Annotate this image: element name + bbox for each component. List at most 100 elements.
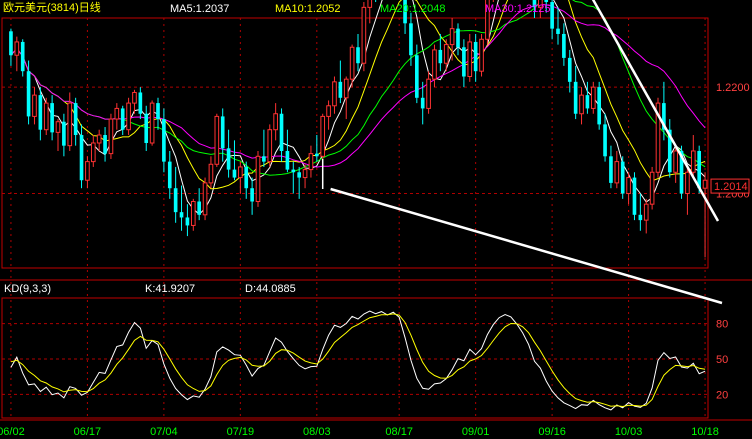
candle-body-up [267,129,273,163]
date-tick-label: 10/18 [691,426,719,438]
ma30-label: MA30:1.2125 [485,3,550,15]
kd-panel-frame [1,297,709,419]
candle-body-down [279,113,284,151]
candle-body-down [620,161,625,194]
candle-body-down [120,108,125,130]
candle-body-down [244,166,249,189]
candle-body-up [55,121,61,133]
candlestick-series [9,0,708,258]
candle-body-up [432,49,437,80]
chart-title: 欧元美元(3814)日线 [3,0,101,14]
candle-body-down [197,201,201,215]
candle-body-up [126,102,131,131]
candle-body-up [649,171,655,205]
kd-tick-label: 20 [716,389,728,401]
candle-body-up [579,94,584,115]
candle-body-down [285,150,290,170]
candle-body-down [226,148,231,170]
candle-body-down [73,103,78,136]
candle-body-down [297,172,301,178]
ma10-label: MA10:1.2052 [275,3,340,15]
candle-body-up [108,118,114,155]
candle-body-up [238,166,243,179]
candle-body-down [220,116,225,149]
candle-body-down [144,113,149,143]
candle-body-up [479,38,484,72]
candle-body-down [20,41,25,72]
date-tick-label: 06/17 [74,426,102,438]
candle-body-down [79,135,84,181]
candle-body-up [614,161,620,184]
lower-trendline [330,187,723,305]
d-line [10,313,706,408]
candle-body-down [315,153,319,157]
candle-body-down [438,49,443,64]
candle-body-down [544,0,549,3]
date-tick-label: 06/02 [0,426,25,438]
candle-body-up [361,6,367,64]
price-tick-label: 1.2200 [716,82,750,94]
price-panel-frame [1,17,709,269]
candle-body-up [673,150,678,173]
candle-body-down [185,217,190,226]
candle-body-down [103,135,107,154]
candle-body-down [356,47,360,64]
candle-body-down [562,33,566,58]
candle-body-up [67,102,73,147]
candle-body-down [409,23,413,56]
grid-layer [0,17,752,421]
candle-body-down [338,81,343,98]
candle-body-up [367,0,373,8]
candle-body-up [467,41,473,78]
candle-body-down [550,2,554,29]
candle-body-up [85,161,90,181]
candle-body-down [9,31,13,56]
candle-body-down [138,92,143,114]
candle-body-down [573,81,578,114]
candle-body-down [473,41,478,72]
candle-body-up [208,163,214,184]
date-tick-label: 07/04 [150,426,178,438]
candle-body-down [50,103,54,133]
candle-body-up [96,134,102,144]
candle-body-down [456,28,460,48]
candle-body-up [202,182,208,216]
candle-body-up [273,113,278,131]
ma30-line [10,3,706,168]
candle-body-up [302,169,308,179]
kd-indicator [10,310,706,411]
candle-body-up [149,102,155,144]
date-tick-label: 09/16 [538,426,566,438]
candle-body-up [320,115,326,157]
kd-tick-label: 80 [716,319,728,331]
candle-body-up [332,81,337,107]
candle-body-up [626,177,631,195]
candle-body-up [132,91,137,104]
candle-body-up [308,153,314,171]
candle-body-up [190,201,196,226]
candle-body-up [343,78,349,99]
candle-body-down [262,156,266,162]
candle-body-down [162,119,166,162]
candle-body-up [32,94,37,117]
candle-body-down [179,212,184,218]
date-tick-label: 10/03 [615,426,643,438]
candle-body-up [685,171,690,195]
candle-body-up [349,46,355,80]
date-tick-label: 08/17 [385,426,413,438]
candle-body-down [609,156,613,183]
candle-body-down [232,169,237,178]
candle-body-down [156,103,160,120]
k-value-label: K:41.9207 [145,283,195,295]
candle-body-up [255,155,261,203]
candle-body-up [114,107,120,120]
candle-body-up [643,203,649,221]
date-tick-label: 07/19 [227,426,255,438]
candle-body-up [449,28,455,46]
forex-daily-chart: 1.20001.22001.24002050801.201406/0206/17… [0,0,752,438]
trend-channel [321,0,723,305]
candle-body-up [443,44,449,64]
candle-body-down [603,124,607,157]
candle-body-down [291,169,296,173]
candle-body-down [415,55,419,98]
